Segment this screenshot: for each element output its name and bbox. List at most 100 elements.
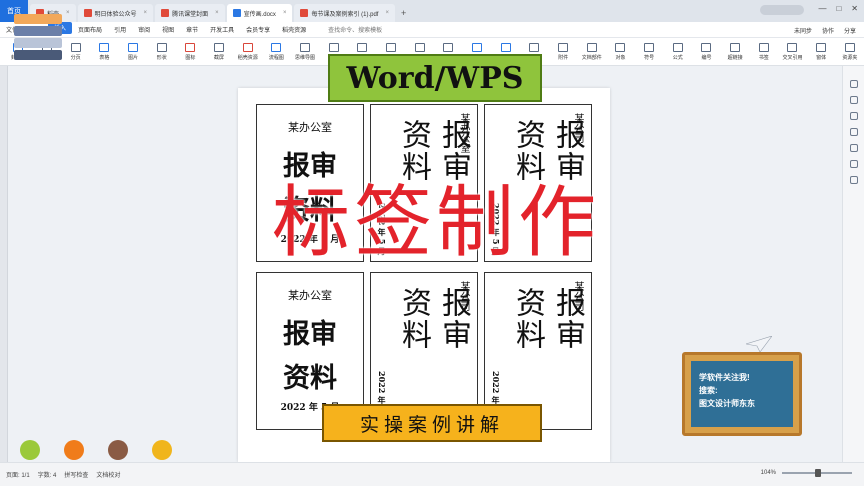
zoom-slider-handle[interactable] (815, 469, 822, 477)
new-tab-button[interactable]: + (395, 4, 412, 22)
ribbon-label: 文档部件 (581, 54, 602, 61)
maximize-icon[interactable]: □ (836, 4, 841, 13)
ribbon-button[interactable]: 公式 (663, 42, 692, 61)
ribbon-button[interactable]: 稻壳资源 (233, 42, 262, 61)
help-icon[interactable] (849, 144, 858, 152)
board-line-1: 学软件关注我! (699, 373, 750, 382)
vertical-ruler (0, 66, 8, 462)
document-tab[interactable]: 明日体验公众号 × (77, 4, 154, 22)
menu-item[interactable]: 稻壳资源 (276, 22, 312, 38)
menu-bar: 文件开始插入页面布局引用审阅视图章节开发工具会员专享稻壳资源 查找命令、搜索模板… (0, 21, 864, 38)
ribbon-icon (242, 42, 253, 52)
label-title-line: 资料 (510, 287, 545, 351)
label-title-line: 资料 (396, 287, 431, 351)
chalkboard: 学软件关注我! 搜索: 图文设计师东东 (682, 352, 802, 436)
ribbon-button[interactable]: 编号 (692, 42, 721, 61)
ribbon-button[interactable]: 符号 (635, 42, 664, 61)
paper-plane-icon (746, 336, 772, 352)
document-type-icon (83, 9, 92, 17)
ribbon-icon (414, 42, 425, 52)
ribbon-button[interactable]: 对象 (606, 42, 635, 61)
label-title-line: 报审 (283, 319, 337, 350)
ribbon-button[interactable]: 分页 (61, 42, 90, 61)
close-tab-icon[interactable]: × (385, 10, 389, 16)
close-tab-icon[interactable]: × (144, 10, 148, 16)
menu-item[interactable]: 页面布局 (72, 22, 108, 38)
ribbon-button[interactable]: 图标 (176, 42, 205, 61)
ribbon-button[interactable]: 附件 (549, 42, 578, 61)
select-icon[interactable] (849, 112, 858, 120)
menu-item[interactable]: 审阅 (132, 22, 156, 38)
menu-right-item[interactable]: 未同步 (794, 26, 812, 35)
ribbon-button[interactable]: 思维导图 (291, 42, 320, 61)
ribbon-label: 形状 (156, 54, 167, 61)
ribbon-icon (443, 42, 454, 52)
board-line-2: 搜索: (699, 386, 718, 395)
document-tab[interactable]: 每节课及案例索引 (1).pdf × (294, 4, 395, 22)
document-tab-label: 宣传画.docx (243, 11, 276, 18)
menu-right: 未同步 协作 分享 (794, 22, 856, 38)
search-command-input[interactable]: 查找命令、搜索模板 (322, 22, 388, 38)
ribbon-icon (300, 42, 311, 52)
right-side-panel (842, 66, 864, 462)
ribbon-icon (328, 42, 339, 52)
ribbon-icon (758, 42, 769, 52)
ribbon-icon (357, 42, 368, 52)
subtitle-banner: 实操案例讲解 (322, 404, 542, 442)
proofread-button[interactable]: 文档校对 (96, 470, 120, 479)
spell-check-toggle[interactable]: 拼写检查 (64, 470, 88, 479)
ribbon-label: 流程图 (268, 54, 284, 61)
ribbon-label: 窗体 (816, 54, 827, 61)
ribbon-button[interactable]: 图片 (119, 42, 148, 61)
minimize-icon[interactable]: — (818, 4, 826, 13)
close-icon[interactable]: ✕ (851, 4, 858, 13)
label-title: 报审 资料 (507, 287, 587, 351)
ribbon-button[interactable]: 书签 (749, 42, 778, 61)
ribbon-button[interactable]: 窗体 (807, 42, 836, 61)
close-tab-icon[interactable]: × (66, 10, 70, 16)
ribbon-button[interactable]: 文档部件 (577, 42, 606, 61)
close-tab-icon[interactable]: × (283, 10, 287, 16)
ribbon-icon (156, 42, 167, 52)
document-tab[interactable]: 腾讯课堂封面 × (155, 4, 225, 22)
label-org: 某办公室 (288, 289, 332, 302)
ribbon-button[interactable]: 流程图 (262, 42, 291, 61)
location-icon[interactable] (849, 176, 858, 184)
style-icon[interactable] (849, 80, 858, 88)
ribbon-label: 超链接 (727, 54, 743, 61)
menu-item[interactable]: 视图 (156, 22, 180, 38)
wps-window: 首页 稻壳×明日体验公众号×腾讯课堂封面×宣传画.docx×每节课及案例索引 (… (0, 0, 864, 486)
zoom-level[interactable]: 104% (761, 470, 776, 476)
ribbon-icon (644, 42, 655, 52)
ribbon-button[interactable]: 资源夹 (835, 42, 864, 61)
ribbon-button[interactable]: 形状 (147, 42, 176, 61)
close-tab-icon[interactable]: × (215, 10, 219, 16)
ribbon-label: 资源夹 (842, 54, 858, 61)
ribbon-icon (185, 42, 196, 52)
menu-item[interactable]: 开发工具 (204, 22, 240, 38)
word-count[interactable]: 字数: 4 (38, 470, 57, 479)
ribbon-icon (99, 42, 110, 52)
page-count: 页面: 1/1 (6, 473, 30, 479)
menu-right-item[interactable]: 分享 (844, 26, 856, 35)
settings-icon[interactable] (849, 128, 858, 136)
ribbon-button[interactable]: 表格 (90, 42, 119, 61)
user-avatar[interactable] (760, 5, 804, 15)
menu-right-item[interactable]: 协作 (822, 26, 834, 35)
zoom-slider[interactable] (782, 469, 852, 477)
label-title: 报审 资料 (393, 287, 473, 351)
share-icon[interactable] (849, 160, 858, 168)
document-tab[interactable]: 宣传画.docx × (226, 4, 293, 22)
ribbon-button[interactable]: 超链接 (721, 42, 750, 61)
ribbon-icon (214, 42, 225, 52)
menu-item[interactable]: 引用 (108, 22, 132, 38)
ribbon-button[interactable]: 截屏 (205, 42, 234, 61)
edit-icon[interactable] (849, 96, 858, 104)
ribbon-icon (271, 42, 282, 52)
ribbon-button[interactable]: 交叉引用 (778, 42, 807, 61)
decor-dot (20, 440, 40, 460)
ribbon-icon (701, 42, 712, 52)
menu-item[interactable]: 会员专享 (240, 22, 276, 38)
menu-item[interactable]: 章节 (180, 22, 204, 38)
ribbon-label: 编号 (701, 54, 712, 61)
